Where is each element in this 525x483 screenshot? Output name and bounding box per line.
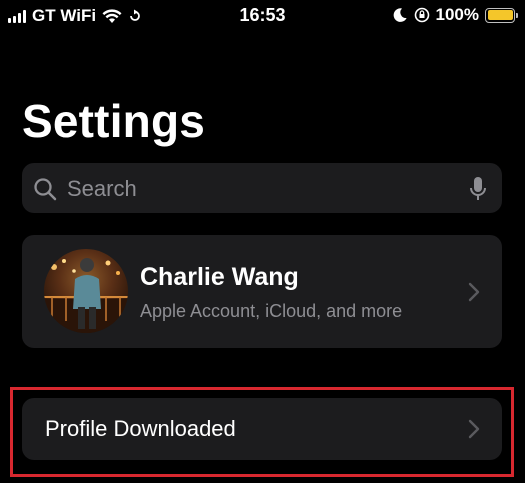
orientation-lock-icon: [414, 7, 429, 23]
battery-icon: [485, 7, 518, 23]
page-title: Settings: [22, 95, 206, 147]
search-field[interactable]: Search: [22, 163, 502, 213]
apple-account-row[interactable]: Charlie Wang Apple Account, iCloud, and …: [22, 235, 502, 348]
avatar: [44, 249, 128, 333]
account-name: Charlie Wang: [140, 263, 299, 291]
search-icon: [34, 178, 57, 201]
profile-downloaded-row[interactable]: Profile Downloaded: [22, 398, 502, 460]
battery-fill: [487, 10, 513, 20]
profile-downloaded-label: Profile Downloaded: [45, 416, 236, 441]
chevron-right-icon: [468, 282, 480, 302]
battery-percentage: 100%: [435, 5, 479, 24]
chevron-right-icon: [468, 419, 480, 439]
moon-icon: [393, 8, 407, 22]
account-subtitle: Apple Account, iCloud, and more: [140, 301, 403, 321]
microphone-icon[interactable]: [468, 175, 488, 203]
status-bar: GT WiFi 16:53 100%: [0, 0, 525, 32]
search-input[interactable]: Search: [67, 176, 137, 202]
status-right: 100%: [392, 5, 518, 25]
